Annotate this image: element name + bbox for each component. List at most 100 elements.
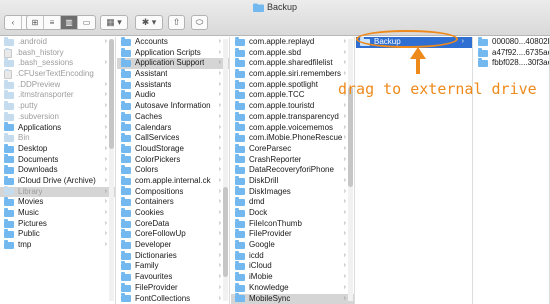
chevron-right-icon: › [218, 198, 221, 206]
scrollbar-thumb[interactable] [348, 87, 353, 187]
share-button[interactable]: ⇧ [168, 15, 185, 30]
scrollbar-thumb[interactable] [109, 39, 114, 149]
folder-icon [235, 239, 245, 249]
list-item[interactable]: Assistant › [117, 68, 229, 80]
action-button[interactable]: ✱ ▾ [135, 15, 163, 30]
list-item[interactable]: a47f92....6735aed [474, 47, 549, 59]
list-item[interactable]: com.iMobie.PhoneRescue › [231, 133, 354, 144]
list-item[interactable]: CrashReporter › [231, 154, 354, 166]
list-item[interactable]: Audio › [117, 90, 229, 101]
list-view-button[interactable]: ≡ [44, 16, 61, 29]
list-item[interactable]: Knowledge › [231, 282, 354, 294]
list-item[interactable]: FontCollections › [117, 293, 229, 304]
icon-view-button[interactable]: ⊞ [27, 16, 44, 29]
list-item[interactable]: iCloud › [231, 261, 354, 272]
column-4: Backup › [356, 37, 473, 304]
list-item[interactable]: Documents › [0, 154, 115, 166]
list-item[interactable]: Assistants › [117, 79, 229, 91]
list-item[interactable]: .itmstransporter › [0, 90, 115, 101]
list-item[interactable]: .CFUserTextEncoding [0, 68, 115, 80]
list-item[interactable]: FileProvider › [231, 229, 354, 240]
list-item[interactable]: Cookies › [117, 207, 229, 219]
arrange-button[interactable]: ▦ ▾ [100, 15, 128, 30]
list-item[interactable]: com.apple.TCC › [231, 90, 354, 101]
list-item[interactable]: CloudStorage › [117, 143, 229, 155]
folder-icon [235, 47, 245, 57]
list-item[interactable]: ColorPickers › [117, 154, 229, 166]
chevron-right-icon: › [104, 155, 107, 163]
list-item[interactable]: com.apple.sbd › [231, 47, 354, 59]
list-item[interactable]: Colors › [117, 165, 229, 176]
list-item[interactable]: FileProvider › [117, 282, 229, 294]
folder-icon [121, 154, 131, 164]
tag-button[interactable]: ⬭ [191, 15, 208, 30]
list-item[interactable]: fbbf028....30f3ae8 [474, 58, 549, 69]
list-item[interactable]: Movies › [0, 197, 115, 208]
folder-icon [235, 154, 245, 164]
list-item[interactable]: Accounts › [117, 37, 229, 48]
list-item[interactable]: Application Support › [117, 58, 229, 70]
list-item[interactable]: Caches › [117, 111, 229, 123]
list-item[interactable]: icdd › [231, 250, 354, 262]
scrollbar-thumb[interactable] [223, 187, 228, 277]
chevron-right-icon: › [343, 241, 346, 249]
list-item[interactable]: CoreData › [117, 218, 229, 230]
list-item[interactable]: iCloud Drive (Archive) › [0, 175, 115, 187]
list-item[interactable]: Applications › [0, 122, 115, 134]
list-item[interactable]: .DDPreview › [0, 79, 115, 91]
list-item[interactable]: Favourites › [117, 271, 229, 283]
list-item[interactable]: CallServices › [117, 133, 229, 144]
list-item[interactable]: com.apple.voicememos › [231, 122, 354, 134]
list-item[interactable]: Compositions › [117, 186, 229, 198]
list-item[interactable]: Family › [117, 261, 229, 272]
list-item-label: Public [18, 229, 40, 239]
list-item[interactable]: Application Scripts › [117, 47, 229, 59]
list-item[interactable]: .subversion › [0, 111, 115, 123]
list-item[interactable]: DiskImages › [231, 186, 354, 198]
file-icon [4, 68, 12, 79]
list-item-label: com.apple.sbd [249, 47, 302, 57]
list-item[interactable]: Bin › [0, 133, 115, 144]
list-item[interactable]: .android › [0, 37, 115, 48]
list-item[interactable]: .bash_sessions › [0, 58, 115, 69]
list-item[interactable]: com.apple.spotlight › [231, 79, 354, 91]
list-item[interactable]: tmp › [0, 239, 115, 251]
list-item[interactable]: Google › [231, 239, 354, 251]
chevron-right-icon: › [104, 144, 107, 152]
list-item[interactable]: .putty › [0, 100, 115, 112]
list-item[interactable]: Pictures › [0, 218, 115, 230]
chevron-right-icon: › [343, 155, 346, 163]
list-item[interactable]: Public › [0, 229, 115, 240]
list-item[interactable]: Library › [0, 186, 115, 198]
list-item[interactable]: com.apple.touristd › [231, 100, 354, 112]
list-item[interactable]: com.apple.sharedfilelist › [231, 58, 354, 69]
list-item[interactable]: Downloads › [0, 165, 115, 176]
list-item[interactable]: MobileSync › [231, 293, 354, 304]
list-item[interactable]: Desktop › [0, 143, 115, 155]
list-item[interactable]: .bash_history [0, 47, 115, 59]
list-item[interactable]: com.apple.transparencyd › [231, 111, 354, 123]
list-item[interactable]: 000080...40802E [474, 37, 549, 48]
list-item[interactable]: Music › [0, 207, 115, 219]
list-item[interactable]: Autosave Information › [117, 100, 229, 112]
list-item[interactable]: FileIconThumb › [231, 218, 354, 230]
list-item[interactable]: CoreParsec › [231, 143, 354, 155]
list-item[interactable]: DiskDrill › [231, 175, 354, 187]
gallery-view-button[interactable]: ▭ [78, 16, 95, 29]
list-item[interactable]: Developer › [117, 239, 229, 251]
list-item[interactable]: com.apple.siri.remembers › [231, 68, 354, 80]
list-item[interactable]: Dictionaries › [117, 250, 229, 262]
list-item[interactable]: com.apple.internal.ck › [117, 175, 229, 187]
list-item[interactable]: DataRecoveryforiPhone › [231, 165, 354, 176]
list-item[interactable]: CoreFollowUp › [117, 229, 229, 240]
back-button[interactable]: ‹ [5, 16, 22, 29]
list-item[interactable]: iMobie › [231, 271, 354, 283]
list-item[interactable]: dmd › [231, 197, 354, 208]
list-item[interactable]: Containers › [117, 197, 229, 208]
column-view-button[interactable]: ▥ [61, 16, 78, 29]
chevron-right-icon: › [218, 59, 221, 67]
list-item[interactable]: com.apple.replayd › [231, 37, 354, 48]
list-item-label: DiskDrill [249, 175, 279, 185]
list-item[interactable]: Calendars › [117, 122, 229, 134]
list-item[interactable]: Dock › [231, 207, 354, 219]
